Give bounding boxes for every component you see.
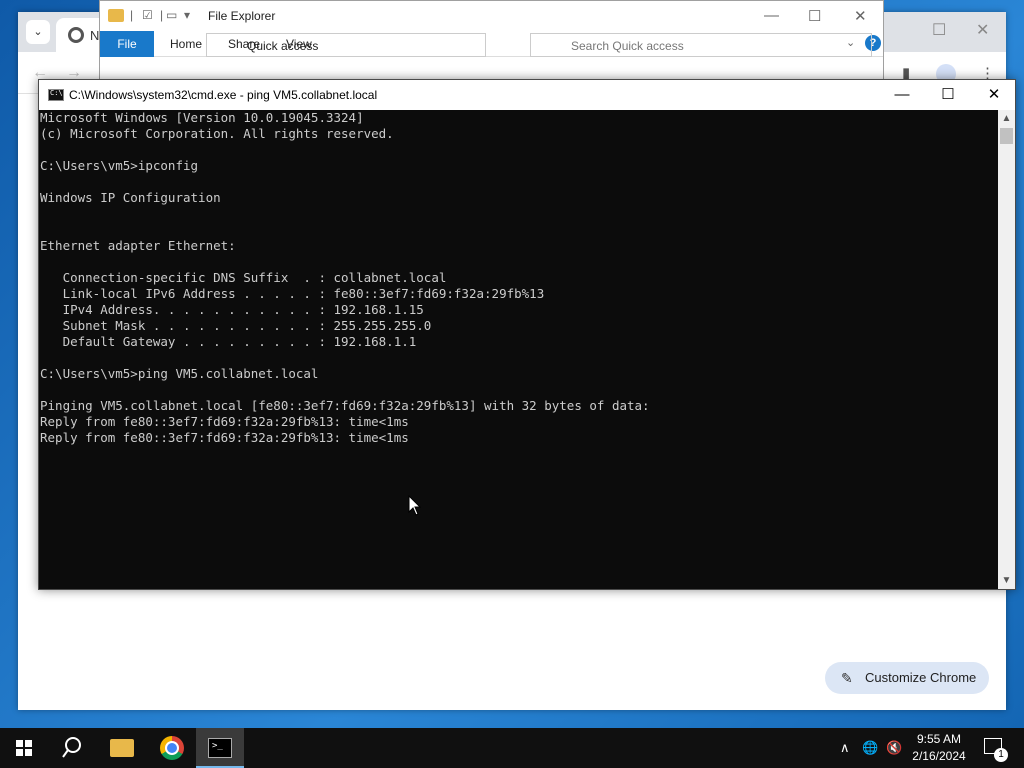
console-line: Windows IP Configuration <box>40 190 221 205</box>
scroll-down-icon[interactable]: ▼ <box>998 572 1015 589</box>
cmd-title: C:\Windows\system32\cmd.exe - ping VM5.c… <box>69 88 378 102</box>
scrollbar-thumb[interactable] <box>1000 128 1013 144</box>
explorer-maximize-icon[interactable]: ☐ <box>808 7 821 25</box>
chrome-icon <box>160 736 184 760</box>
scroll-up-icon[interactable]: ▲ <box>998 110 1015 127</box>
chrome-maximize-icon[interactable]: ☐ <box>932 20 946 40</box>
console-line: Microsoft Windows [Version 10.0.19045.33… <box>40 110 364 125</box>
explorer-minimize-icon[interactable]: — <box>764 7 779 24</box>
taskbar-cmd[interactable] <box>196 728 244 768</box>
explorer-close-icon[interactable]: ✕ <box>854 7 867 25</box>
cmd-titlebar[interactable]: C:\Windows\system32\cmd.exe - ping VM5.c… <box>39 80 1015 110</box>
console-line: Subnet Mask . . . . . . . . . . . : 255.… <box>40 318 432 333</box>
tab-home[interactable]: Home <box>170 37 202 51</box>
search-input[interactable]: Search Quick access <box>530 33 872 57</box>
notification-count-badge: 1 <box>994 748 1008 762</box>
show-hidden-icons-icon[interactable]: ∧ <box>840 740 850 756</box>
console-line: Reply from fe80::3ef7:fd69:f32a:29fb%13:… <box>40 430 409 445</box>
chrome-logo-icon <box>68 27 84 43</box>
address-bar[interactable]: Quick access <box>206 33 486 57</box>
console-line: Connection-specific DNS Suffix . : colla… <box>40 270 447 285</box>
cmd-app-icon <box>48 89 64 101</box>
folder-icon <box>108 9 124 22</box>
qat-dropdown-icon[interactable]: ▾ <box>184 8 190 22</box>
console-line: IPv4 Address. . . . . . . . . . . : 192.… <box>40 302 424 317</box>
cmd-scrollbar[interactable]: ▲ ▼ <box>998 110 1015 589</box>
start-button[interactable] <box>0 728 48 768</box>
explorer-titlebar: | ☑ | ▭ ▾ File Explorer — ☐ ✕ <box>100 1 883 31</box>
windows-logo-icon <box>16 740 32 756</box>
cmd-icon <box>208 738 232 758</box>
explorer-title: File Explorer <box>208 9 276 23</box>
console-line: C:\Users\vm5>ipconfig <box>40 158 199 173</box>
console-output[interactable]: Microsoft Windows [Version 10.0.19045.33… <box>39 110 1000 589</box>
taskbar-search-button[interactable] <box>48 728 96 768</box>
console-line: Pinging VM5.collabnet.local [fe80::3ef7:… <box>40 398 650 413</box>
chrome-tab-title: N <box>90 28 100 43</box>
clock-date: 2/16/2024 <box>912 749 966 763</box>
taskbar: ∧ 🌐 🔇 9:55 AM 2/16/2024 1 <box>0 728 1024 768</box>
console-line: Default Gateway . . . . . . . . . : 192.… <box>40 334 417 349</box>
taskbar-clock[interactable]: 9:55 AM 2/16/2024 <box>906 731 972 765</box>
cmd-window: C:\Windows\system32\cmd.exe - ping VM5.c… <box>38 79 1016 590</box>
properties-icon[interactable]: ☑ <box>142 8 153 22</box>
tab-file[interactable]: File <box>100 31 154 57</box>
search-icon <box>62 737 81 758</box>
qat-separator: | <box>130 8 134 22</box>
console-line: C:\Users\vm5>ping VM5.collabnet.local <box>40 366 319 381</box>
network-icon[interactable]: 🌐 <box>862 740 878 756</box>
cmd-close-button[interactable]: ✕ <box>971 80 1017 110</box>
tab-search-button[interactable]: ⌄ <box>26 20 50 44</box>
clock-time: 9:55 AM <box>916 732 962 746</box>
console-line: Reply from fe80::3ef7:fd69:f32a:29fb%13:… <box>40 414 409 429</box>
taskbar-chrome[interactable] <box>148 728 196 768</box>
folder-icon <box>110 739 134 757</box>
new-folder-icon[interactable]: ▭ <box>166 8 177 22</box>
volume-muted-icon[interactable]: 🔇 <box>886 740 902 756</box>
customize-chrome-button[interactable]: ✎ Customize Chrome <box>825 662 989 694</box>
qat-separator: | <box>160 8 164 22</box>
customize-chrome-label: Customize Chrome <box>865 670 977 685</box>
cmd-maximize-button[interactable]: ☐ <box>925 80 971 110</box>
cmd-minimize-button[interactable]: — <box>879 80 925 110</box>
taskbar-file-explorer[interactable] <box>98 728 146 768</box>
chrome-close-icon[interactable]: ✕ <box>976 20 989 40</box>
console-line: (c) Microsoft Corporation. All rights re… <box>40 126 394 141</box>
console-line: Link-local IPv6 Address . . . . . : fe80… <box>40 286 545 301</box>
console-line: Ethernet adapter Ethernet: <box>40 238 236 253</box>
pencil-icon: ✎ <box>841 670 853 686</box>
